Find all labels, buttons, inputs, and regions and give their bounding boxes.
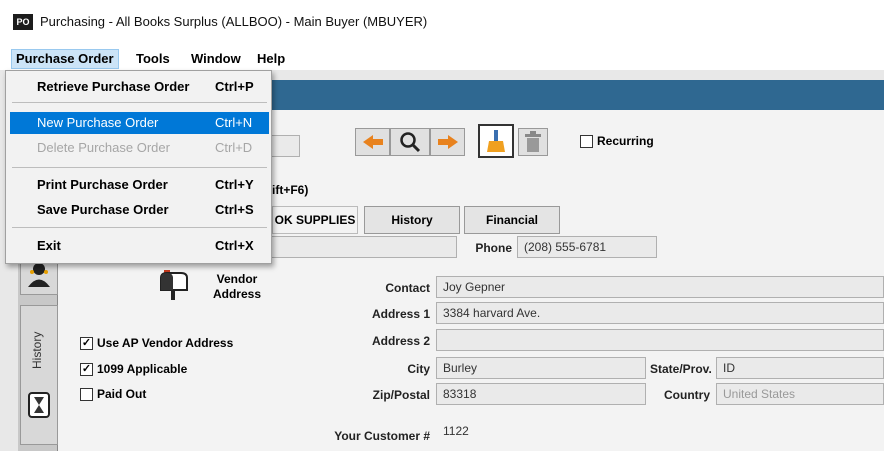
country-label: Country (664, 388, 710, 402)
trash-icon (525, 131, 541, 152)
phone-field[interactable]: (208) 555-6781 (517, 236, 657, 258)
tab-history[interactable]: History (364, 206, 460, 234)
delete-button[interactable] (518, 128, 548, 156)
clear-button[interactable] (478, 124, 514, 158)
menu-separator (12, 167, 267, 168)
search-icon (400, 132, 421, 153)
menu-bar: Purchase Order Tools Window Help (0, 46, 884, 70)
vendor-name-fragment: OK SUPPLIES (272, 206, 358, 234)
ten99-checkbox[interactable]: ✓ 1099 Applicable (80, 362, 187, 376)
menu-tools[interactable]: Tools (132, 49, 174, 69)
contact-field[interactable]: Joy Gepner (436, 276, 884, 298)
menu-retrieve-label: Retrieve Purchase Order (37, 79, 190, 94)
menu-delete-shortcut: Ctrl+D (215, 140, 253, 155)
menu-save-po[interactable]: Save Purchase Order Ctrl+S (10, 199, 269, 221)
use-ap-box[interactable]: ✓ (80, 336, 93, 350)
menu-print-po[interactable]: Print Purchase Order Ctrl+Y (10, 174, 269, 196)
phone-label: Phone (475, 241, 512, 255)
vendor-caption-line2: Address (212, 287, 262, 301)
recurring-label: Recurring (597, 134, 654, 148)
address1-label: Address 1 (371, 307, 430, 321)
menu-new-po[interactable]: New Purchase Order Ctrl+N (10, 112, 269, 134)
customer-no-field[interactable]: 1122 (436, 420, 884, 442)
menu-separator (12, 102, 267, 103)
menu-save-shortcut: Ctrl+S (215, 202, 254, 217)
menu-delete-label: Delete Purchase Order (37, 140, 170, 155)
ten99-box[interactable]: ✓ (80, 362, 93, 376)
paid-out-checkbox[interactable]: Paid Out (80, 387, 146, 401)
vendor-address-caption: Vendor Address (207, 272, 267, 302)
shortcut-hint: ift+F6) (272, 183, 309, 197)
vendor-field[interactable] (262, 236, 457, 258)
country-field[interactable]: United States (716, 383, 884, 405)
mailbox-icon (160, 270, 188, 300)
arrow-right-icon (437, 135, 458, 149)
menu-retrieve-po[interactable]: Retrieve Purchase Order Ctrl+P (10, 76, 269, 98)
city-label: City (407, 362, 430, 376)
contact-label: Contact (385, 281, 430, 295)
menu-exit[interactable]: Exit Ctrl+X (10, 235, 269, 257)
menu-delete-po[interactable]: Delete Purchase Order Ctrl+D (10, 137, 269, 159)
prev-button[interactable] (355, 128, 390, 156)
purchase-order-menu: Retrieve Purchase Order Ctrl+P New Purch… (5, 70, 272, 264)
zip-field[interactable]: 83318 (436, 383, 646, 405)
next-button[interactable] (430, 128, 465, 156)
state-field[interactable]: ID (716, 357, 884, 379)
menu-purchase-order[interactable]: Purchase Order (11, 49, 119, 69)
menu-window[interactable]: Window (187, 49, 245, 69)
tab-financial[interactable]: Financial (464, 206, 560, 234)
zip-label: Zip/Postal (372, 388, 430, 402)
menu-print-shortcut: Ctrl+Y (215, 177, 254, 192)
menu-help[interactable]: Help (253, 49, 289, 69)
address2-label: Address 2 (371, 334, 430, 348)
recurring-checkbox[interactable]: Recurring (580, 134, 654, 148)
menu-exit-label: Exit (37, 238, 61, 253)
search-button[interactable] (390, 128, 430, 156)
menu-exit-shortcut: Ctrl+X (215, 238, 254, 253)
recurring-box[interactable] (580, 134, 593, 148)
address1-field[interactable]: 3384 harvard Ave. (436, 302, 884, 324)
arrow-left-icon (362, 135, 383, 149)
ten99-label: 1099 Applicable (97, 362, 188, 376)
menu-save-label: Save Purchase Order (37, 202, 169, 217)
use-ap-label: Use AP Vendor Address (97, 336, 234, 350)
menu-separator (12, 227, 267, 228)
menu-new-shortcut: Ctrl+N (215, 115, 253, 130)
menu-retrieve-shortcut: Ctrl+P (215, 79, 254, 94)
vendor-caption-line1: Vendor (216, 272, 258, 286)
address2-field[interactable] (436, 329, 884, 351)
window-title: Purchasing - All Books Surplus (ALLBOO) … (40, 14, 428, 29)
city-field[interactable]: Burley (436, 357, 646, 379)
hourglass-icon (28, 392, 50, 418)
use-ap-checkbox[interactable]: ✓ Use AP Vendor Address (80, 336, 233, 350)
menu-new-label: New Purchase Order (37, 115, 159, 130)
paid-out-box[interactable] (80, 387, 93, 401)
customer-no-label: Your Customer # (334, 429, 430, 443)
rail-tab-history[interactable]: History (20, 305, 58, 445)
state-label: State/Prov. (650, 362, 712, 376)
title-bar: PO Purchasing - All Books Surplus (ALLBO… (0, 0, 884, 46)
form-header-bar (265, 80, 884, 110)
broom-icon (487, 130, 505, 152)
paid-out-label: Paid Out (97, 387, 147, 401)
app-icon: PO (13, 14, 33, 30)
menu-print-label: Print Purchase Order (37, 177, 168, 192)
rail-history-label: History (30, 331, 44, 369)
